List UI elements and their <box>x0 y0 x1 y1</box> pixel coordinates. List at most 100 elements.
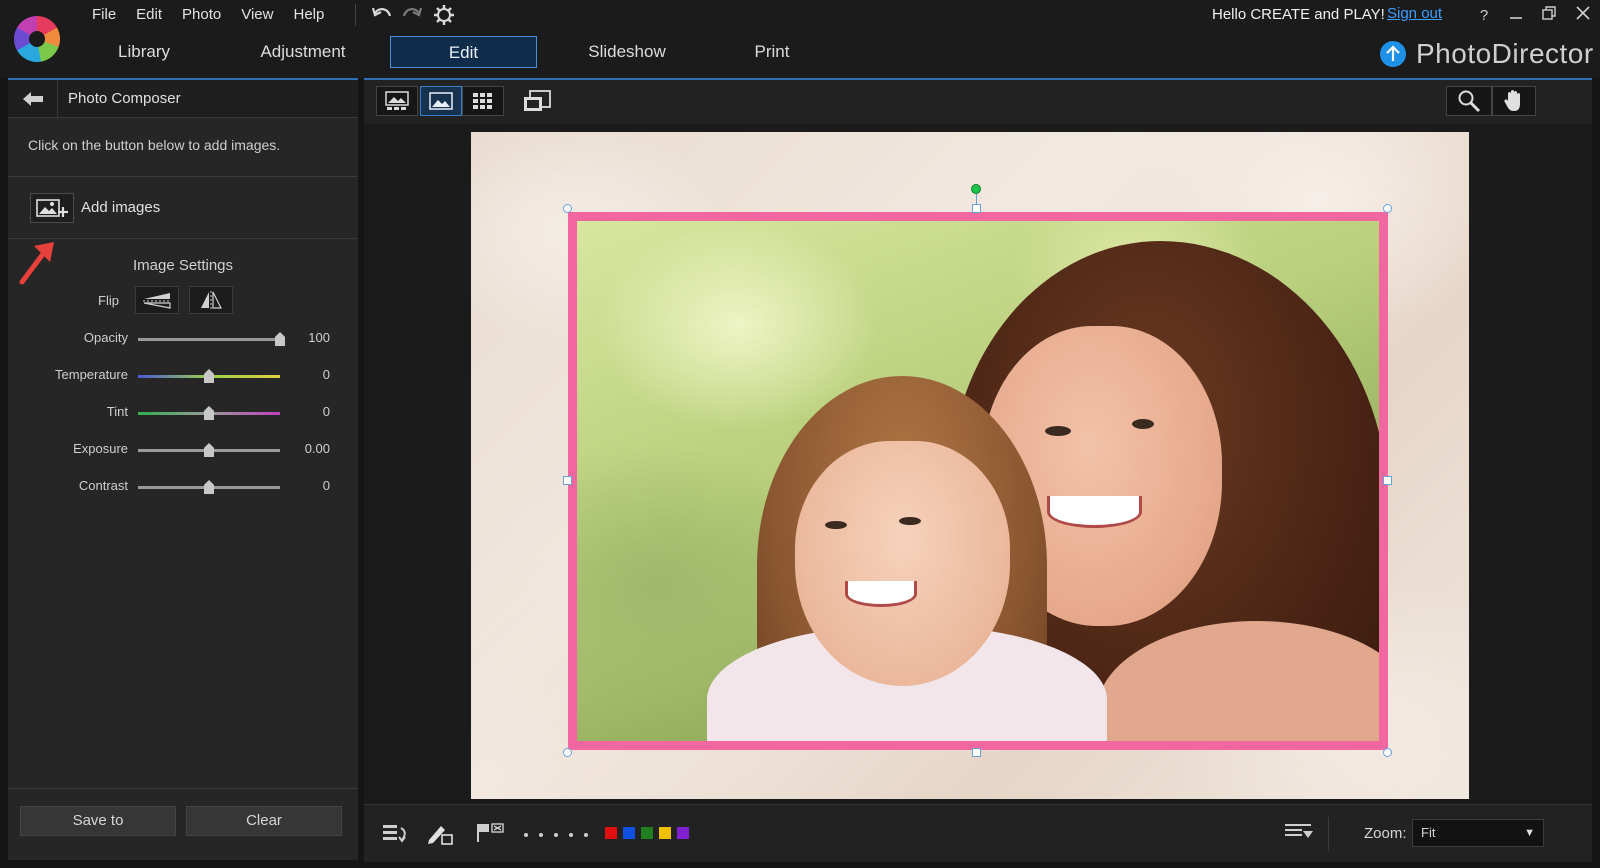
composited-photo[interactable] <box>568 212 1388 750</box>
add-image-icon <box>36 199 68 217</box>
rating-star-5[interactable] <box>584 833 588 837</box>
restore-icon[interactable] <box>1538 5 1560 27</box>
clear-button[interactable]: Clear <box>186 806 342 836</box>
zoom-tool-button[interactable] <box>1446 86 1492 116</box>
resize-handle[interactable] <box>563 476 572 485</box>
resize-handle[interactable] <box>1383 476 1392 485</box>
exposure-value: 0.00 <box>304 441 330 456</box>
menu-divider <box>355 4 356 26</box>
opacity-slider-thumb[interactable] <box>275 332 285 346</box>
rotate-handle[interactable] <box>971 184 981 194</box>
color-label-blue[interactable] <box>623 827 635 839</box>
view-single-button[interactable] <box>420 86 462 116</box>
magnifier-icon <box>1458 90 1481 113</box>
minimize-icon[interactable] <box>1505 5 1527 27</box>
menu-photo[interactable]: Photo <box>172 4 231 26</box>
view-browser-button[interactable] <box>376 86 418 116</box>
undo-icon[interactable] <box>369 3 395 27</box>
color-label-red[interactable] <box>605 827 617 839</box>
exposure-slider-thumb[interactable] <box>204 443 214 457</box>
tab-adjustment[interactable]: Adjustment <box>228 36 378 68</box>
upload-arrow-icon[interactable] <box>1380 41 1406 67</box>
photo-composer-panel: Photo Composer Click on the button below… <box>8 78 358 860</box>
flip-vertical-button[interactable] <box>135 286 179 314</box>
flip-label: Flip <box>98 293 119 308</box>
save-to-button[interactable]: Save to <box>20 806 176 836</box>
tint-value: 0 <box>322 404 330 419</box>
sort-icon[interactable] <box>1284 822 1314 842</box>
settings-gear-icon[interactable] <box>431 3 457 27</box>
brand-name: PhotoDirector <box>1416 38 1594 69</box>
color-label-purple[interactable] <box>677 827 689 839</box>
resize-handle[interactable] <box>972 748 981 757</box>
menu-edit[interactable]: Edit <box>126 4 172 26</box>
photo-detail <box>825 521 847 529</box>
panel-title: Photo Composer <box>68 90 181 107</box>
divider <box>8 238 358 239</box>
photo-subject-face <box>795 441 1010 686</box>
rating-star-4[interactable] <box>569 833 573 837</box>
view-grid-button[interactable] <box>462 86 504 116</box>
add-images-label[interactable]: Add images <box>81 199 160 216</box>
edit-pen-icon[interactable] <box>426 822 454 846</box>
temperature-value: 0 <box>322 367 330 382</box>
rating-star-1[interactable] <box>524 833 528 837</box>
photo-detail <box>899 517 921 525</box>
color-label-green[interactable] <box>641 827 653 839</box>
canvas-area <box>364 124 1592 804</box>
grid-view-icon <box>473 93 492 109</box>
browser-view-icon <box>385 91 409 110</box>
exposure-label: Exposure <box>73 441 128 456</box>
flag-icon[interactable] <box>476 822 506 844</box>
add-images-button[interactable] <box>30 193 74 223</box>
compare-view-icon <box>524 90 551 111</box>
contrast-slider-thumb[interactable] <box>204 480 214 494</box>
photo-detail <box>1132 419 1154 429</box>
view-toolbar <box>364 80 1592 124</box>
tab-edit[interactable]: Edit <box>390 36 537 68</box>
contrast-label: Contrast <box>78 478 128 493</box>
resize-handle[interactable] <box>1383 204 1392 213</box>
menu-view[interactable]: View <box>231 4 283 26</box>
rotate-list-icon[interactable] <box>382 822 410 844</box>
rating-star-2[interactable] <box>539 833 543 837</box>
photo-detail <box>845 581 917 607</box>
app-logo <box>14 16 60 62</box>
menu-help[interactable]: Help <box>283 4 334 26</box>
divider <box>8 788 358 789</box>
tab-library[interactable]: Library <box>80 36 208 68</box>
zoom-dropdown[interactable]: Fit ▼ <box>1412 819 1544 847</box>
resize-handle[interactable] <box>972 204 981 213</box>
resize-handle[interactable] <box>563 748 572 757</box>
opacity-slider[interactable] <box>138 338 280 341</box>
back-arrow-icon <box>22 92 43 106</box>
temperature-slider-thumb[interactable] <box>204 369 214 383</box>
tab-print[interactable]: Print <box>732 36 812 68</box>
tab-slideshow[interactable]: Slideshow <box>552 36 702 68</box>
panel-header: Photo Composer <box>8 80 358 118</box>
compare-view-button[interactable] <box>516 86 558 116</box>
title-bar: File Edit Photo View Help Library Adjust… <box>0 0 1600 78</box>
rating-star-3[interactable] <box>554 833 558 837</box>
single-view-icon <box>429 92 453 110</box>
resize-handle[interactable] <box>563 204 572 213</box>
redo-icon[interactable] <box>399 3 425 27</box>
flip-vertical-icon <box>143 293 171 309</box>
contrast-value: 0 <box>322 478 330 493</box>
hand-tool-button[interactable] <box>1492 86 1536 116</box>
menu-file[interactable]: File <box>82 4 126 26</box>
divider <box>8 176 358 177</box>
close-icon[interactable] <box>1572 5 1594 27</box>
back-button[interactable] <box>8 80 58 118</box>
user-greeting: Hello CREATE and PLAY! <box>1212 6 1385 23</box>
edit-workspace: Zoom: Fit ▼ <box>364 78 1592 862</box>
composition-canvas[interactable] <box>471 132 1469 799</box>
photo-detail <box>1045 426 1071 436</box>
tint-slider-thumb[interactable] <box>204 406 214 420</box>
hand-icon <box>1504 90 1520 111</box>
sign-out-link[interactable]: Sign out <box>1387 5 1442 22</box>
resize-handle[interactable] <box>1383 748 1392 757</box>
flip-horizontal-button[interactable] <box>189 286 233 314</box>
color-label-yellow[interactable] <box>659 827 671 839</box>
help-button[interactable]: ? <box>1473 5 1495 27</box>
